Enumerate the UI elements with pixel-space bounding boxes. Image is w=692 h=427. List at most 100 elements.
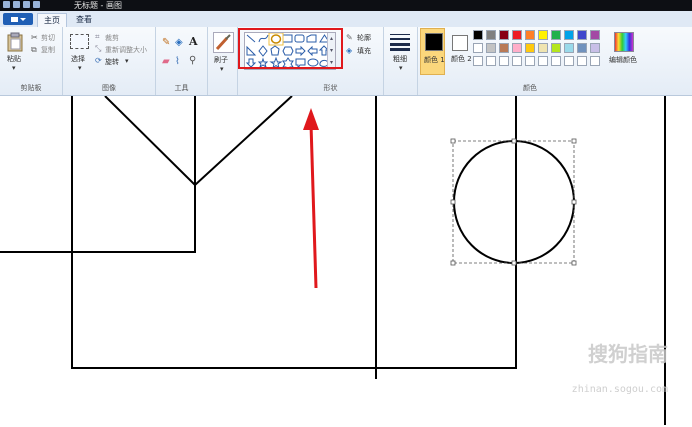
resize-handle-left[interactable] <box>450 199 456 205</box>
copy-button[interactable]: 复制 <box>41 45 55 55</box>
shapes-highlight-box <box>238 28 343 69</box>
clipboard-group-label: 剪贴板 <box>20 84 42 92</box>
paste-button-label[interactable]: 粘贴 <box>7 54 21 64</box>
color-swatch[interactable] <box>473 56 483 66</box>
color-swatch[interactable] <box>590 56 600 66</box>
magnifier-icon[interactable]: ⚲ <box>189 55 196 66</box>
color-swatch[interactable] <box>577 43 587 53</box>
color-swatch[interactable] <box>486 56 496 66</box>
tab-view[interactable]: 查看 <box>70 13 98 27</box>
color-picker-icon[interactable]: ⌇ <box>175 56 180 67</box>
color-swatch[interactable] <box>473 43 483 53</box>
resize-handle-top-left[interactable] <box>450 138 456 144</box>
select-dropdown-icon[interactable]: ▾ <box>78 64 82 72</box>
resize-button[interactable]: 重新调整大小 <box>105 45 147 55</box>
upper-left-box-outline <box>0 96 196 253</box>
rotate-dropdown-icon[interactable]: ▾ <box>125 57 129 65</box>
size-group: 粗细 ▾ <box>384 27 418 95</box>
tools-group: ✎ ◈ A ▰ ⌇ ⚲ 工具 <box>156 27 208 95</box>
color-swatch[interactable] <box>525 30 535 40</box>
color-swatch[interactable] <box>538 56 548 66</box>
color-swatch[interactable] <box>551 43 561 53</box>
color-swatch[interactable] <box>499 56 509 66</box>
color-swatch[interactable] <box>564 56 574 66</box>
size-lines-icon[interactable] <box>390 33 410 51</box>
color-swatch[interactable] <box>538 43 548 53</box>
color-swatch[interactable] <box>577 30 587 40</box>
size-dropdown-icon[interactable]: ▾ <box>399 64 403 72</box>
color-swatch[interactable] <box>590 30 600 40</box>
color-swatch[interactable] <box>525 56 535 66</box>
color-swatch[interactable] <box>499 43 509 53</box>
brush-icon[interactable] <box>213 32 234 53</box>
color-swatch[interactable] <box>538 30 548 40</box>
color-swatch[interactable] <box>499 30 509 40</box>
watermark-url: zhinan.sogou.com <box>571 384 668 395</box>
color-swatch[interactable] <box>564 30 574 40</box>
text-tool-icon[interactable]: A <box>189 35 198 48</box>
file-menu-button[interactable] <box>3 13 33 25</box>
tools-group-label: 工具 <box>174 84 189 92</box>
color-swatch[interactable] <box>473 30 483 40</box>
rotate-button[interactable]: 旋转 <box>105 57 119 67</box>
save-icon[interactable] <box>13 1 20 8</box>
image-group-label: 图像 <box>102 84 116 92</box>
chevron-down-icon <box>19 17 26 21</box>
pencil-icon[interactable]: ✎ <box>162 37 170 48</box>
v-shape-lines <box>104 95 293 187</box>
color-swatch[interactable] <box>486 43 496 53</box>
edit-colors-icon[interactable] <box>614 32 634 52</box>
large-rectangle-outline <box>71 96 516 369</box>
resize-handle-bottom-right[interactable] <box>571 260 577 266</box>
image-group: 选择 ▾ ⌗ 裁剪 ⤡ 重新调整大小 ⟳ 旋转 ▾ 图像 <box>63 27 156 95</box>
select-button-label[interactable]: 选择 <box>71 54 85 64</box>
size-button-label[interactable]: 粗细 <box>393 54 407 64</box>
paste-dropdown-icon[interactable]: ▾ <box>12 64 16 72</box>
outline-icon: ✎ <box>346 33 353 42</box>
canvas-drawing <box>0 95 666 425</box>
undo-icon[interactable] <box>23 1 30 8</box>
color-swatch[interactable] <box>512 30 522 40</box>
edit-colors-button[interactable]: 编辑颜色 <box>609 55 637 65</box>
rotate-icon: ⟳ <box>95 56 102 65</box>
brushes-dropdown-icon[interactable]: ▾ <box>220 65 224 73</box>
resize-handle-bottom[interactable] <box>511 260 517 266</box>
cut-button[interactable]: 剪切 <box>41 33 55 43</box>
brushes-button[interactable]: 刷子 <box>214 55 228 65</box>
drawn-circle <box>453 140 575 264</box>
paste-icon[interactable] <box>7 32 23 52</box>
color-swatch[interactable] <box>590 43 600 53</box>
color-swatch[interactable] <box>577 56 587 66</box>
color1-button[interactable]: 颜色 1 <box>420 28 445 75</box>
colors-group-label: 颜色 <box>523 84 537 92</box>
color-swatch[interactable] <box>525 43 535 53</box>
select-icon[interactable] <box>70 34 89 49</box>
fill-bucket-icon[interactable]: ◈ <box>175 37 183 48</box>
resize-handle-top-right[interactable] <box>571 138 577 144</box>
outline-button[interactable]: 轮廓 <box>357 33 371 43</box>
app-icon[interactable] <box>3 1 10 8</box>
color-swatch[interactable] <box>512 56 522 66</box>
title-bar: 无标题 - 画图 <box>0 0 692 11</box>
color-swatch[interactable] <box>551 30 561 40</box>
colors-group: 颜色 1 颜色 2 编辑颜色 颜色 <box>418 27 642 95</box>
resize-icon: ⤡ <box>95 44 102 53</box>
color-swatch[interactable] <box>564 43 574 53</box>
color-swatch[interactable] <box>486 30 496 40</box>
color2-swatch <box>452 35 468 51</box>
color2-button[interactable]: 颜色 2 <box>448 28 473 75</box>
resize-handle-top[interactable] <box>511 138 517 144</box>
eraser-icon[interactable]: ▰ <box>162 56 170 67</box>
resize-handle-bottom-left[interactable] <box>450 260 456 266</box>
redo-icon[interactable] <box>33 1 40 8</box>
color-swatch[interactable] <box>551 56 561 66</box>
window-title: 无标题 - 画图 <box>74 1 122 10</box>
resize-handle-right[interactable] <box>571 199 577 205</box>
color-swatch[interactable] <box>512 43 522 53</box>
red-arrow-annotation <box>303 108 319 289</box>
fill-icon: ◈ <box>346 46 353 55</box>
drawing-canvas[interactable] <box>0 95 692 425</box>
crop-button[interactable]: 裁剪 <box>105 33 119 43</box>
fill-button[interactable]: 填充 <box>357 46 371 56</box>
tab-home[interactable]: 主页 <box>37 13 67 28</box>
